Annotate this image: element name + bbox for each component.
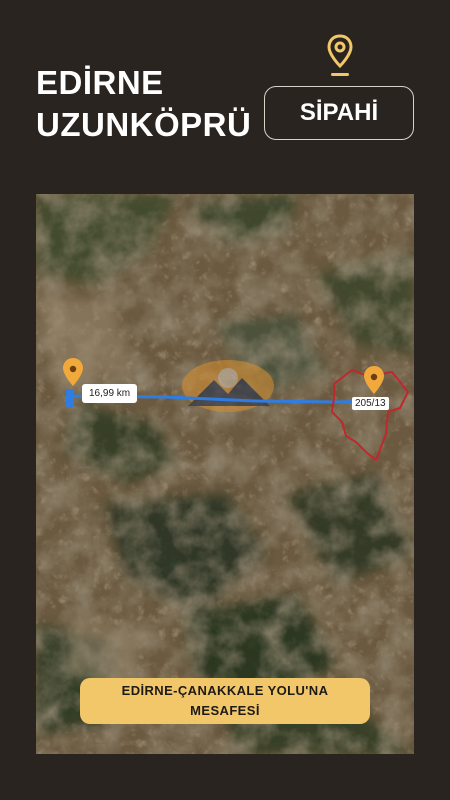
satellite-map[interactable] xyxy=(36,194,414,754)
map-caption: EDİRNE-ÇANAKKALE YOLU'NA MESAFESİ xyxy=(80,678,370,724)
title-line-1: EDİRNE xyxy=(36,64,164,101)
start-pin-icon xyxy=(63,358,83,386)
route-overlay xyxy=(63,358,410,462)
location-badge: SİPAHİ xyxy=(264,86,414,140)
parcel-number-label: 205/13 xyxy=(352,397,389,410)
route-start-marker xyxy=(66,389,74,407)
parcel-pin-icon xyxy=(364,366,384,394)
page-title: EDİRNE UZUNKÖPRÜ xyxy=(36,62,251,146)
distance-label: 16,99 km xyxy=(82,384,138,403)
map-pin-icon xyxy=(327,34,353,76)
title-line-2: UZUNKÖPRÜ xyxy=(36,106,252,143)
